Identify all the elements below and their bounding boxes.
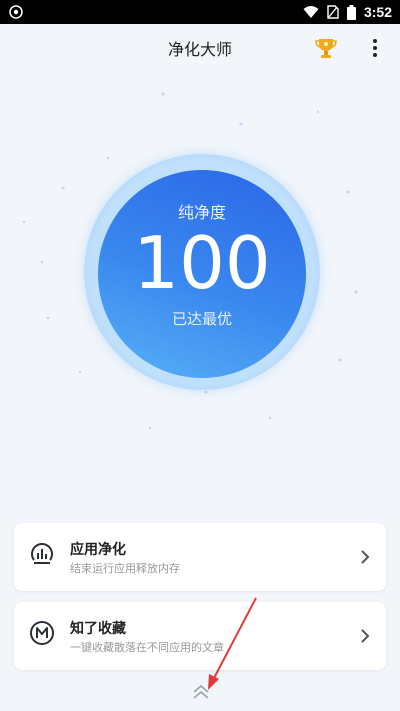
settings-circle-icon	[9, 5, 23, 19]
card-title: 知了收藏	[70, 620, 126, 636]
wifi-icon	[303, 6, 319, 18]
chevron-right-icon	[361, 550, 370, 564]
purity-score: 100	[133, 221, 271, 305]
app-clean-card[interactable]: 应用净化 结束运行应用释放内存	[14, 523, 386, 591]
double-chevron-up-icon[interactable]	[192, 684, 210, 700]
page-title: 净化大师	[167, 42, 232, 59]
app-bar: 净化大师	[0, 24, 400, 72]
card-subtitle: 结束运行应用释放内存	[70, 562, 180, 575]
card-title: 应用净化	[70, 541, 126, 557]
card-subtitle: 一键收藏散落在不同应用的文章	[70, 641, 224, 654]
status-time: 3:52	[363, 4, 392, 20]
more-vertical-icon[interactable]	[365, 36, 385, 60]
favorites-card[interactable]: 知了收藏 一键收藏散落在不同应用的文章	[14, 602, 386, 670]
trophy-icon[interactable]	[314, 36, 338, 60]
purity-status: 已达最优	[171, 310, 232, 328]
status-bar: 3:52	[0, 0, 400, 24]
battery-icon	[346, 4, 356, 20]
purity-label: 纯净度	[177, 203, 226, 222]
chevron-right-icon	[361, 629, 370, 643]
app-clean-icon	[31, 543, 53, 564]
m-circle-icon	[30, 621, 54, 645]
no-sim-icon	[327, 5, 339, 19]
